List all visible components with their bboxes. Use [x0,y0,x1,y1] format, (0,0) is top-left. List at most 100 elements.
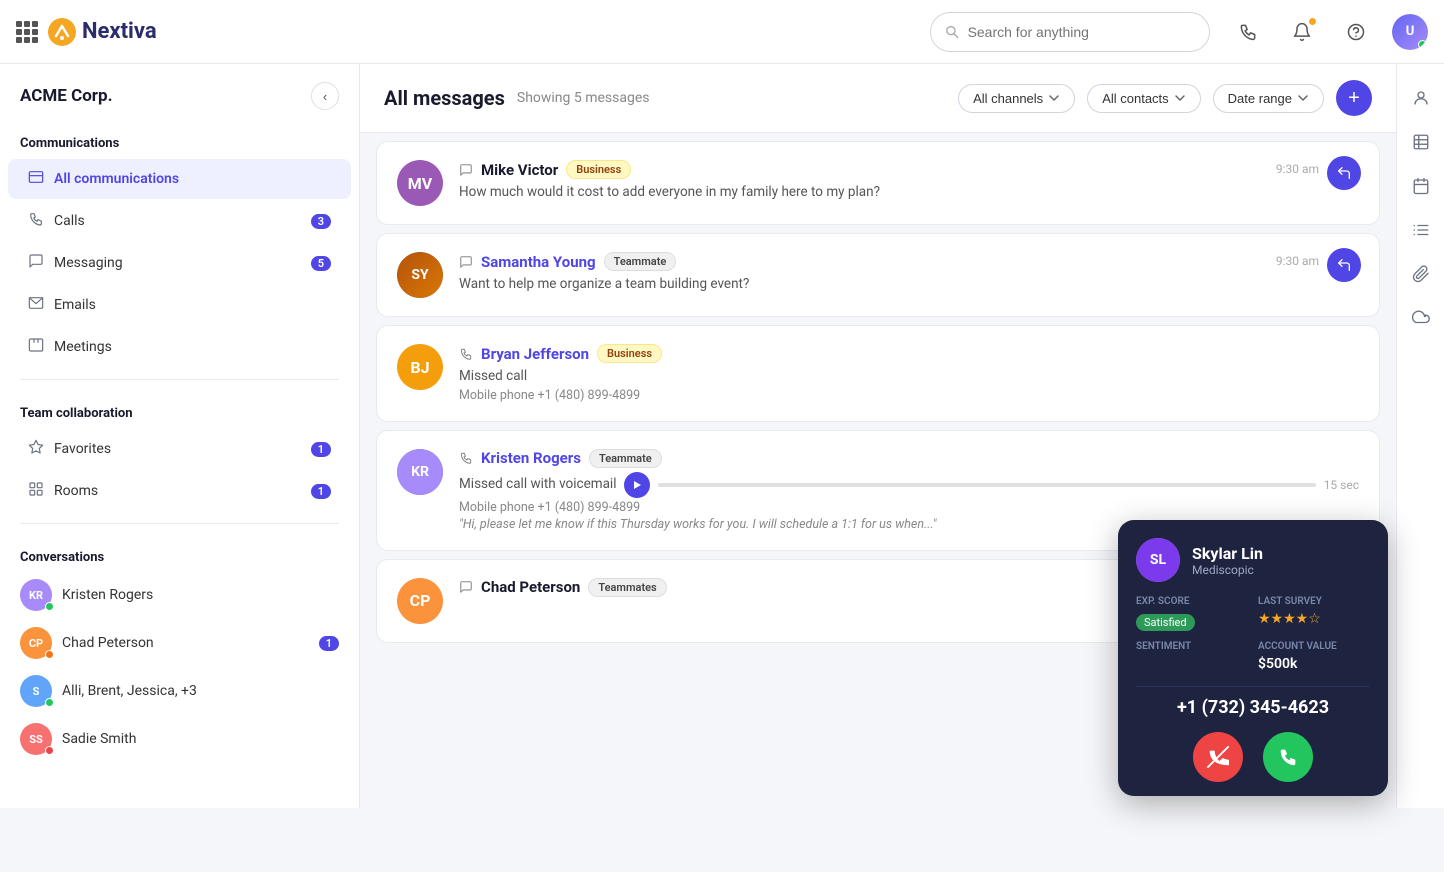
right-table-btn[interactable] [1403,124,1439,160]
online-dot-chad [45,650,54,659]
conversations-label: Conversations [0,536,359,571]
reply-btn-mike[interactable] [1327,156,1361,190]
sidebar-item-favorites[interactable]: Favorites 1 [8,429,351,469]
last-survey-block: LAST SURVEY ★★★★☆ [1258,596,1370,631]
logo-icon [48,18,76,46]
message-card-bryan[interactable]: BJ Bryan Jefferson Business Missed call … [376,325,1380,422]
play-icon [632,480,642,490]
help-icon-btn[interactable] [1338,14,1374,50]
reply-btn-samantha[interactable] [1327,248,1361,282]
exp-score-block: EXP. SCORE Satisfied [1136,596,1248,631]
msg-avatar-mike: MV [397,160,443,206]
sidebar-item-meetings[interactable]: Meetings [8,327,351,367]
phone-icon-bryan [459,347,473,361]
msg-avatar-samantha: SY [397,252,443,298]
msg-body-samantha: Samantha Young Teammate Want to help me … [459,252,1359,294]
calendar-icon [1412,177,1430,195]
chevron-down-icon [1048,92,1060,104]
list-icon [1412,221,1430,239]
reply-icon-mike [1336,165,1352,181]
msg-tag-mike: Business [566,160,631,179]
chevron-down-icon-2 [1174,92,1186,104]
right-paperclip-btn[interactable] [1403,256,1439,292]
account-value-label: ACCOUNT VALUE [1258,641,1370,652]
conv-contact-chad[interactable]: CP Chad Peterson 1 [0,619,359,667]
phone-icon-btn[interactable] [1230,14,1266,50]
msg-body-bryan: Bryan Jefferson Business Missed call Mob… [459,344,1359,403]
audio-duration: 15 sec [1324,478,1359,492]
msg-body-mike: Mike Victor Business How much would it c… [459,160,1359,202]
msg-tag-kristen: Teammate [589,449,662,468]
conv-avatar-sadie: SS [20,723,52,755]
main-header: All messages Showing 5 messages All chan… [360,64,1396,133]
accept-call-btn[interactable] [1263,732,1313,782]
call-card-stats: EXP. SCORE Satisfied LAST SURVEY ★★★★☆ S… [1136,596,1370,672]
filter-channels-btn[interactable]: All channels [958,84,1075,113]
chat-icon-mike [459,163,473,177]
call-card-number: +1 (732) 345-4623 [1136,697,1370,718]
sidebar-item-all-communications[interactable]: All communications [8,159,351,199]
call-card-divider [1136,686,1370,687]
sentiment-label: SENTIMENT [1136,641,1248,652]
sidebar-item-calls[interactable]: Calls 3 [8,201,351,241]
favorites-label: Favorites [54,441,301,457]
play-voicemail-btn[interactable] [624,472,650,498]
emails-label: Emails [54,297,331,313]
communications-section-label: Communications [0,122,359,157]
messaging-icon [28,253,44,273]
msg-subtext-kristen: Mobile phone +1 (480) 899-4899 [459,500,1359,515]
notification-dot [1309,18,1316,25]
sidebar-collapse-btn[interactable]: ‹ [311,82,339,110]
cloud-icon [1412,309,1430,327]
msg-text-mike: How much would it cost to add everyone i… [459,183,1359,202]
message-card-mike-victor[interactable]: MV Mike Victor Business How much would i… [376,141,1380,225]
online-dot-group [45,698,54,707]
conv-name-chad: Chad Peterson [62,635,309,651]
call-card-name: Skylar Lin [1192,544,1263,563]
rooms-label: Rooms [54,483,301,499]
chat-icon-chad [459,580,473,594]
right-person-btn[interactable] [1403,80,1439,116]
conv-contact-group[interactable]: S Alli, Brent, Jessica, +3 [0,667,359,715]
sidebar-item-messaging[interactable]: Messaging 5 [8,243,351,283]
sidebar-item-emails[interactable]: Emails [8,285,351,325]
favorites-badge: 1 [311,442,331,457]
star-rating: ★★★★☆ [1258,611,1370,627]
add-message-btn[interactable]: + [1336,80,1372,116]
search-bar[interactable] [930,12,1210,52]
msg-name-chad: Chad Peterson [481,578,580,596]
filter-contacts-btn[interactable]: All contacts [1087,84,1200,113]
msg-subtext-bryan: Mobile phone +1 (480) 899-4899 [459,388,1359,403]
online-dot-sadie [45,746,54,755]
msg-text-samantha: Want to help me organize a team building… [459,275,1359,294]
conv-contact-kristen[interactable]: KR Kristen Rogers [0,571,359,619]
person-icon [1412,89,1430,107]
message-card-samantha[interactable]: SY Samantha Young Teammate Want to help … [376,233,1380,317]
sidebar: ACME Corp. ‹ Communications All communic… [0,64,360,808]
msg-tag-samantha: Teammate [604,252,677,271]
accept-call-icon [1277,746,1299,768]
sentiment-block: SENTIMENT [1136,641,1248,672]
right-cloud-btn[interactable] [1403,300,1439,336]
bell-icon [1292,22,1312,42]
filter-date-btn[interactable]: Date range [1213,84,1324,113]
right-calendar-btn[interactable] [1403,168,1439,204]
conv-name-kristen: Kristen Rogers [62,587,339,603]
calls-badge: 3 [311,214,331,229]
hangup-btn[interactable] [1193,732,1243,782]
msg-tag-bryan: Business [597,344,662,363]
right-list-btn[interactable] [1403,212,1439,248]
user-avatar[interactable]: U [1392,14,1428,50]
conv-badge-chad: 1 [319,636,339,651]
rooms-badge: 1 [311,484,331,499]
msg-text-kristen: Missed call with voicemail [459,475,616,494]
calls-icon [28,211,44,231]
conv-contact-sadie[interactable]: SS Sadie Smith [0,715,359,763]
bell-icon-btn[interactable] [1284,14,1320,50]
account-value: $500k [1258,656,1370,672]
search-input[interactable] [968,24,1195,40]
msg-time-samantha: 9:30 am [1276,254,1319,268]
nav-grid-icon[interactable] [16,21,38,43]
sidebar-item-rooms[interactable]: Rooms 1 [8,471,351,511]
main-title: All messages [384,86,505,110]
